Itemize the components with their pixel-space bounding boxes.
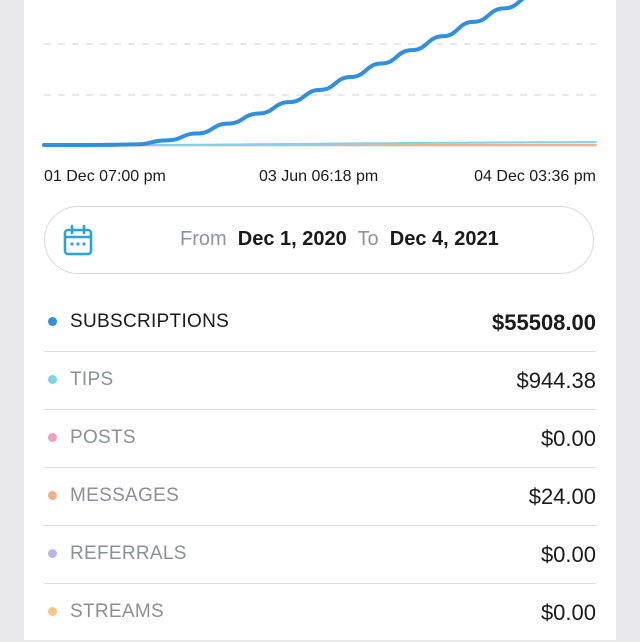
to-label: To: [358, 228, 379, 250]
calendar-icon: [63, 224, 93, 256]
row-amount: $944.38: [516, 368, 596, 394]
from-label: From: [180, 228, 227, 250]
series-dot: [48, 491, 57, 500]
earnings-list: SUBSCRIPTIONS $55508.00 TIPS $944.38 POS…: [44, 294, 596, 642]
row-amount: $0.00: [541, 426, 596, 452]
earnings-card: 01 Dec 07:00 pm 03 Jun 06:18 pm 04 Dec 0…: [24, 0, 616, 640]
row-label: SUBSCRIPTIONS: [70, 311, 229, 333]
date-range-text: From Dec 1, 2020 To Dec 4, 2021: [180, 228, 499, 251]
series-dot: [48, 549, 57, 558]
row-amount: $55508.00: [492, 310, 596, 336]
row-amount: $24.00: [529, 484, 596, 510]
row-label: STREAMS: [70, 601, 164, 623]
row-amount: $0.00: [541, 600, 596, 626]
x-tick-label: 01 Dec 07:00 pm: [44, 168, 166, 186]
to-date: Dec 4, 2021: [390, 228, 499, 250]
series-dot: [48, 375, 57, 384]
earnings-row-referrals[interactable]: REFERRALS $0.00: [44, 526, 596, 584]
row-label: REFERRALS: [70, 543, 187, 565]
series-dot: [48, 433, 57, 442]
series-dot: [48, 607, 57, 616]
date-range-picker[interactable]: From Dec 1, 2020 To Dec 4, 2021: [44, 206, 594, 274]
row-label: TIPS: [70, 369, 113, 391]
earnings-row-tips[interactable]: TIPS $944.38: [44, 352, 596, 410]
earnings-row-subscriptions[interactable]: SUBSCRIPTIONS $55508.00: [44, 294, 596, 352]
series-line: [44, 0, 596, 145]
x-tick-label: 03 Jun 06:18 pm: [259, 168, 378, 186]
row-amount: $0.00: [541, 542, 596, 568]
earnings-row-posts[interactable]: POSTS $0.00: [44, 410, 596, 468]
x-tick-label: 04 Dec 03:36 pm: [474, 168, 596, 186]
earnings-row-streams[interactable]: STREAMS $0.00: [44, 584, 596, 642]
row-label: POSTS: [70, 427, 136, 449]
row-label: MESSAGES: [70, 485, 179, 507]
earnings-row-messages[interactable]: MESSAGES $24.00: [44, 468, 596, 526]
earnings-chart: [24, 0, 616, 160]
series-dot: [48, 317, 57, 326]
from-date: Dec 1, 2020: [238, 228, 347, 250]
